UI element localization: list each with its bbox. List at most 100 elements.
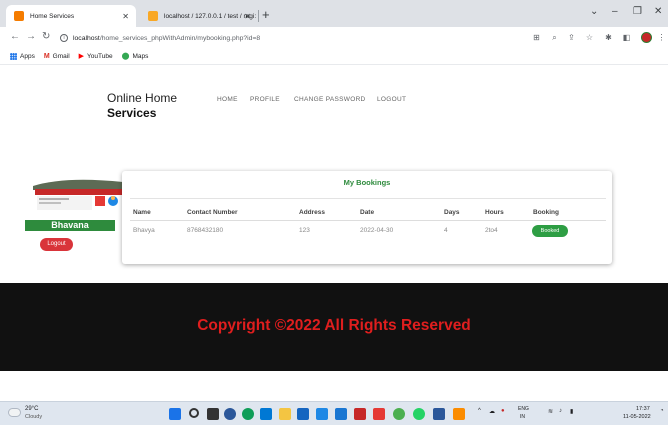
tray-chevron-icon[interactable]: ^: [478, 408, 481, 414]
search-icon[interactable]: [189, 408, 199, 418]
store-icon[interactable]: [260, 408, 272, 420]
nav-home[interactable]: HOME: [217, 96, 238, 103]
notification-icon[interactable]: ◔: [660, 408, 664, 414]
whatsapp-icon[interactable]: [413, 408, 425, 420]
start-windows-icon[interactable]: [169, 408, 181, 420]
browser-toolbar: ← → ↻ i localhost /home_services_phpWith…: [0, 27, 668, 49]
logout-button[interactable]: Logout: [40, 238, 73, 251]
zoom-icon[interactable]: ⌕: [550, 33, 559, 42]
file-explorer-icon[interactable]: [279, 408, 291, 420]
site-brand-line1: Online Home: [107, 91, 178, 105]
col-header-contact: Contact Number: [187, 209, 238, 216]
booked-status-button[interactable]: Booked: [532, 225, 568, 237]
task-view-icon[interactable]: [207, 408, 219, 420]
tab-close-icon[interactable]: ✕: [122, 12, 129, 21]
menu-kebab-icon[interactable]: ⋮: [657, 33, 666, 42]
bookmark-label: Apps: [20, 53, 35, 60]
wifi-icon[interactable]: ≋: [548, 408, 553, 415]
word-icon[interactable]: [433, 408, 445, 420]
window-close-icon[interactable]: ✕: [654, 6, 662, 17]
nav-logout[interactable]: LOGOUT: [377, 96, 406, 103]
tab-search-icon[interactable]: ⌄: [590, 6, 598, 17]
youtube-icon: ▶: [78, 52, 85, 60]
chrome-icon[interactable]: [393, 408, 405, 420]
tray-app-icon[interactable]: ●: [501, 408, 505, 414]
browser-tab-strip: Home Services ✕ localhost / 127.0.0.1 / …: [0, 0, 668, 27]
url-host: localhost: [73, 34, 100, 42]
profile-avatar-icon[interactable]: [641, 32, 652, 43]
nav-change-password[interactable]: CHANGE PASSWORD: [294, 96, 366, 103]
cell-contact: 8768432180: [187, 227, 224, 234]
col-header-address: Address: [299, 209, 326, 216]
cell-date: 2022-04-30: [360, 227, 394, 234]
profile-banner-graphic: [25, 176, 125, 216]
web-page: Online Home Services HOME PROFILE CHANGE…: [0, 66, 668, 401]
gmail-icon: M: [43, 52, 50, 60]
site-favicon-icon: [14, 11, 24, 21]
xampp-icon[interactable]: [453, 408, 465, 420]
tab-label: localhost / 127.0.0.1 / test / regi:: [164, 12, 257, 20]
nav-profile[interactable]: PROFILE: [250, 96, 280, 103]
edge-icon[interactable]: [242, 408, 254, 420]
cell-name: Bhavya: [133, 227, 155, 234]
copyright-text: Copyright ©2022 All Rights Reserved: [197, 317, 471, 334]
new-tab-icon[interactable]: +: [262, 8, 270, 22]
bookmark-gmail[interactable]: M Gmail: [44, 53, 70, 61]
bookmark-maps[interactable]: ⬤ Maps: [122, 53, 149, 61]
cloud-weather-icon[interactable]: [8, 408, 21, 417]
windows-taskbar: 29°C Cloudy ^ ☁ ● ENG IN ≋ ♪ ▮ 17:37 11-…: [0, 401, 668, 425]
restore-icon[interactable]: ❐: [633, 6, 642, 17]
site-info-icon[interactable]: i: [60, 34, 68, 42]
clock-time[interactable]: 17:37: [636, 406, 650, 412]
weather-temperature[interactable]: 29°C: [25, 406, 38, 412]
side-panel-icon[interactable]: ◧: [622, 33, 631, 42]
clock-date[interactable]: 11-05-2022: [623, 414, 651, 420]
profile-banner-image: [25, 176, 125, 216]
card-divider: [130, 198, 606, 199]
table-header-divider: [130, 220, 606, 221]
col-header-date: Date: [360, 209, 375, 216]
col-header-name: Name: [133, 209, 151, 216]
tab-phpmyadmin[interactable]: localhost / 127.0.0.1 / test / regi: ✕: [140, 5, 258, 27]
share-icon[interactable]: ⇪: [567, 33, 576, 42]
lang-top[interactable]: ENG: [518, 406, 529, 412]
learning-app-icon[interactable]: [297, 408, 309, 420]
volume-icon[interactable]: ♪: [559, 408, 562, 414]
lang-bottom[interactable]: IN: [520, 414, 525, 420]
chat-icon[interactable]: [224, 408, 236, 420]
onedrive-icon[interactable]: ☁: [489, 408, 495, 415]
site-brand-line2: Services: [107, 106, 157, 120]
bookmark-apps[interactable]: Apps: [10, 53, 35, 60]
bookings-card: My Bookings Name Contact Number Address …: [122, 171, 612, 264]
bookings-title: My Bookings: [343, 178, 391, 187]
url-path: /home_services_phpWithAdmin/mybooking.ph…: [99, 34, 261, 42]
outlook-icon[interactable]: [316, 408, 328, 420]
translate-icon[interactable]: ⊞: [532, 33, 541, 42]
back-icon[interactable]: ←: [10, 31, 20, 42]
bookmark-star-icon[interactable]: ☆: [585, 33, 594, 42]
reload-icon[interactable]: ↻: [42, 31, 50, 42]
bookmark-label: Maps: [132, 53, 149, 60]
vscode-like-icon[interactable]: [354, 408, 366, 420]
weather-condition[interactable]: Cloudy: [25, 414, 42, 420]
extensions-icon[interactable]: ✱: [604, 33, 613, 42]
minimize-icon[interactable]: –: [612, 6, 618, 17]
battery-icon[interactable]: ▮: [570, 408, 573, 415]
bookmark-youtube[interactable]: ▶ YouTube: [79, 53, 113, 61]
forward-icon[interactable]: →: [26, 31, 36, 42]
tab-separator: [258, 10, 259, 22]
bookmark-label: Gmail: [52, 53, 70, 60]
bookmarks-bar: Apps M Gmail ▶ YouTube ⬤ Maps: [0, 49, 668, 65]
phpmyadmin-favicon-icon: [148, 11, 158, 21]
address-bar[interactable]: i localhost /home_services_phpWithAdmin/…: [60, 30, 515, 46]
col-header-booking: Booking: [533, 209, 559, 216]
maps-icon: ⬤: [121, 52, 130, 60]
tab-home-services[interactable]: Home Services ✕: [6, 5, 136, 27]
col-header-days: Days: [444, 209, 460, 216]
tab-close-icon[interactable]: ✕: [244, 12, 251, 21]
office-icon[interactable]: [373, 408, 385, 420]
mail-app-icon[interactable]: [335, 408, 347, 420]
tab-label: Home Services: [30, 12, 75, 20]
cell-hours: 2to4: [485, 227, 498, 234]
col-header-hours: Hours: [485, 209, 504, 216]
